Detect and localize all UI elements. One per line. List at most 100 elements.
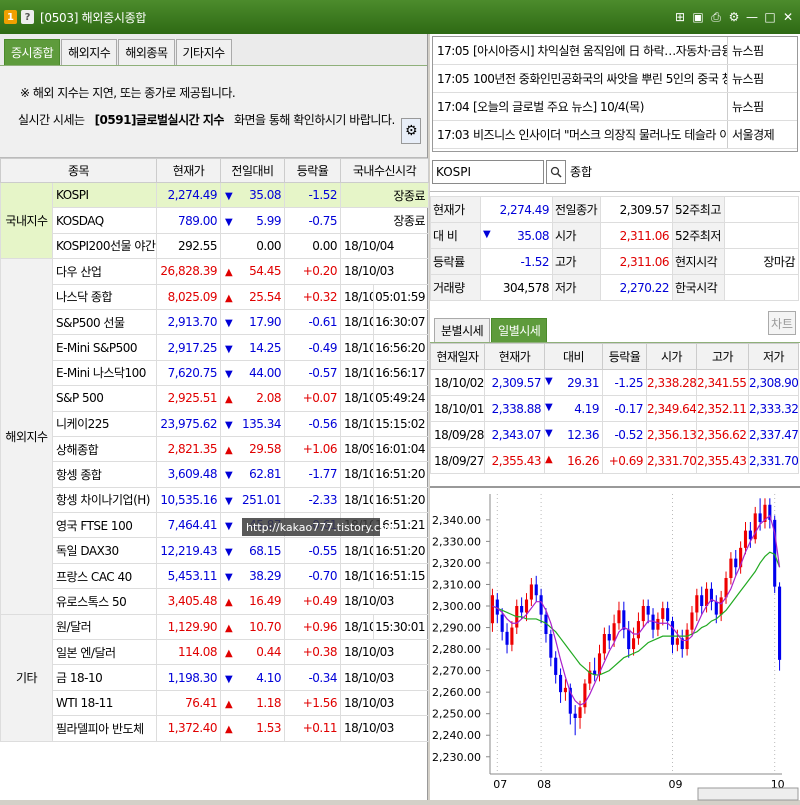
- cell-time: 05:49:24: [373, 385, 429, 412]
- candle-body: [700, 595, 704, 606]
- cell-price: 7,464.41: [156, 512, 221, 539]
- y-tick-label: 2,300.00: [432, 600, 481, 613]
- table-row[interactable]: 독일 DAX3012,219.43▼68.15-0.5518/10/0416:5…: [1, 537, 429, 564]
- chart-button[interactable]: 차트: [768, 311, 796, 335]
- cell-name: E-Mini 나스닥100: [52, 359, 157, 387]
- daily-col-header[interactable]: 대비: [544, 343, 603, 370]
- col-header-price[interactable]: 현재가: [156, 158, 221, 183]
- window-title: [0503] 해외증시종합: [40, 10, 147, 25]
- up-arrow-icon: ▲: [225, 394, 233, 406]
- col-header-time[interactable]: 국내수신시각: [340, 158, 429, 183]
- down-arrow-icon: ▼: [225, 318, 233, 330]
- table-row[interactable]: S&P 5002,925.51▲2.08+0.0718/10/0405:49:2…: [1, 385, 429, 412]
- daily-col-header[interactable]: 시가: [646, 343, 697, 370]
- cell-name: 일본 엔/달러: [52, 639, 157, 666]
- daily-date: 18/09/27: [430, 447, 485, 474]
- tab-daily[interactable]: 일별시세: [491, 318, 548, 342]
- tab-minute[interactable]: 분별시세: [434, 318, 491, 342]
- realtime-screen-link[interactable]: [0591]글로벌실시간 지수: [95, 111, 225, 128]
- link-icon[interactable]: ⊞: [674, 10, 686, 25]
- screen-number-icon[interactable]: 1: [4, 10, 17, 24]
- daily-row[interactable]: 18/09/27 2,355.43 ▲ 16.26 +0.69 2,331.70 2,355…: [430, 447, 799, 474]
- cell-name: 항셍 종합: [52, 461, 157, 488]
- daily-row[interactable]: 18/10/01 2,338.88 ▼ 4.19 -0.17 2,349.64 2,352.…: [430, 395, 799, 422]
- table-row[interactable]: 니케이22523,975.62▼135.34-0.5618/10/0415:15…: [1, 410, 429, 437]
- tab-overseas-stocks[interactable]: 해외종목: [118, 39, 175, 65]
- table-row[interactable]: 나스닥 종합8,025.09▲25.54+0.3218/10/0405:01:5…: [1, 283, 429, 310]
- cell-change: ▼ 5.99: [220, 207, 285, 234]
- cell-date: 18/09/28: [340, 435, 374, 463]
- table-row[interactable]: 상해종합2,821.35▲29.58+1.0618/09/2816:01:04: [1, 435, 429, 463]
- gear-icon[interactable]: ⚙: [401, 118, 421, 144]
- daily-col-header[interactable]: 등락율: [602, 343, 647, 370]
- table-row[interactable]: 프랑스 CAC 405,453.11▼38.29-0.7018/10/0416:…: [1, 562, 429, 590]
- table-row[interactable]: 항셍 종합3,609.48▼62.81-1.7718/10/0416:51:20: [1, 461, 429, 488]
- cell-change: ▲ 10.70: [220, 613, 285, 641]
- cell-rate: +0.32: [284, 283, 341, 310]
- table-row[interactable]: 해외지수 다우 산업 26,828.39 ▲ 54.45 +0.20 18/10/03: [0, 258, 429, 615]
- table-row[interactable]: 금 18-10 1,198.30 ▼ 4.10 -0.34 18/10/03: [1, 664, 429, 691]
- table-row[interactable]: S&P500 선물2,913.70▼17.90-0.6118/10/0416:3…: [1, 308, 429, 336]
- daily-row[interactable]: 18/10/02 2,309.57 ▼ 29.31 -1.25 2,338.28 2,341…: [430, 369, 799, 396]
- minimize-icon[interactable]: —: [746, 10, 758, 25]
- save-icon[interactable]: ▣: [692, 10, 704, 25]
- cell-time: 05:01:59: [373, 283, 429, 310]
- candlestick-chart[interactable]: 2,340.00 2,330.00 2,320.00 2,310.00 2,300.00…: [430, 488, 800, 802]
- table-row[interactable]: 기타원/달러1,129.90▲10.70+0.9618/10/0415:30:0…: [0, 613, 429, 742]
- cell-change: ▲ 16.49: [220, 588, 285, 615]
- news-item[interactable]: 17:04 [오늘의 글로벌 주요 뉴스] 10/4(목) 뉴스핌: [433, 93, 797, 121]
- col-header-change[interactable]: 전일대비: [220, 158, 285, 183]
- watermark: http://kakao777.tistory.com: [242, 518, 397, 536]
- table-row[interactable]: 유로스톡스 50 3,405.48 ▲ 16.49 +0.49 18/10/03: [1, 588, 429, 615]
- table-row[interactable]: 일본 엔/달러 114.08 ▲ 0.44 +0.38 18/10/03: [1, 639, 429, 666]
- table-row[interactable]: KOSPI200선물 야간 292.55 0.00 0.00 18/10/04: [1, 232, 429, 260]
- table-row[interactable]: WTI 18-11 76.41 ▲ 1.18 +1.56 18/10/03: [1, 689, 429, 717]
- down-arrow-icon: ▼: [545, 401, 553, 413]
- daily-low: 2,333.32: [748, 395, 799, 422]
- maximize-icon[interactable]: □: [764, 10, 776, 25]
- quote-label: 대 비: [430, 222, 481, 249]
- news-time: 17:04: [437, 99, 470, 114]
- tab-market-overview[interactable]: 증시종합: [4, 39, 61, 65]
- cell-rate: -0.61: [284, 308, 341, 336]
- price-chart[interactable]: 2,340.00 2,330.00 2,320.00 2,310.00 2,300.00…: [430, 486, 800, 802]
- news-item[interactable]: 17:03 비즈니스 인사이더 "머스크 의장직 물러나도 테슬라 이 서울경제: [433, 121, 797, 149]
- col-header-rate[interactable]: 등락율: [284, 158, 341, 183]
- news-item[interactable]: 17:05 [아시아증시] 차익실현 움직임에 日 하락…자동차·금융 뉴스핌: [433, 37, 797, 65]
- settings-icon[interactable]: ⚙: [728, 10, 740, 25]
- news-time: 17:05: [437, 71, 470, 86]
- daily-col-header[interactable]: 저가: [748, 343, 799, 370]
- col-header-name[interactable]: 종목: [0, 158, 157, 183]
- cell-price: 3,609.48: [156, 461, 221, 488]
- table-row[interactable]: E-Mini 나스닥1007,620.75▼44.00-0.5718/10/04…: [1, 359, 429, 387]
- close-icon[interactable]: ✕: [782, 10, 794, 25]
- print-icon[interactable]: ⎙: [710, 10, 722, 25]
- table-row[interactable]: 국내지수 KOSPI 2,274.49 ▼ 35.08 -1.52 장종료: [0, 181, 429, 260]
- daily-price: 2,343.07: [484, 421, 545, 448]
- daily-col-header[interactable]: 현재일자: [430, 343, 485, 370]
- up-arrow-icon: ▲: [225, 622, 233, 634]
- tab-overseas-index[interactable]: 해외지수: [61, 39, 118, 65]
- daily-col-header[interactable]: 고가: [696, 343, 749, 370]
- down-arrow-icon: ▼: [225, 191, 233, 203]
- table-row[interactable]: 항셍 차이나기업(H)10,535.16▼251.01-2.3318/10/04…: [1, 486, 429, 514]
- daily-high: 2,352.11: [696, 395, 749, 422]
- table-row[interactable]: KOSDAQ 789.00 ▼ 5.99 -0.75 장종료: [1, 207, 429, 234]
- table-row[interactable]: 필라델피아 반도체 1,372.40 ▲ 1.53 +0.11 18/10/03: [1, 715, 429, 742]
- daily-row[interactable]: 18/09/28 2,343.07 ▼ 12.36 -0.52 2,356.13 2,356…: [430, 421, 799, 448]
- table-row[interactable]: E-Mini S&P5002,917.25▼14.25-0.4918/10/04…: [1, 334, 429, 361]
- daily-col-header[interactable]: 현재가: [484, 343, 545, 370]
- cell-status: 장종료: [340, 181, 429, 209]
- candle-body: [705, 588, 709, 606]
- cell-price: 2,821.35: [156, 435, 221, 463]
- search-bar: KOSPI 종합: [430, 152, 800, 192]
- cell-time: 16:51:20: [373, 461, 429, 488]
- cell-price: 1,198.30: [156, 664, 221, 691]
- help-icon[interactable]: ?: [21, 10, 34, 24]
- news-item[interactable]: 17:05 100년전 중화인민공화국의 싸앗을 뿌린 5인의 중국 청 뉴스핌: [433, 65, 797, 93]
- tab-other-index[interactable]: 기타지수: [175, 39, 232, 65]
- search-input[interactable]: KOSPI: [432, 159, 544, 184]
- candle-body: [641, 606, 645, 622]
- down-arrow-icon: ▼: [225, 343, 233, 355]
- search-icon[interactable]: [546, 159, 566, 184]
